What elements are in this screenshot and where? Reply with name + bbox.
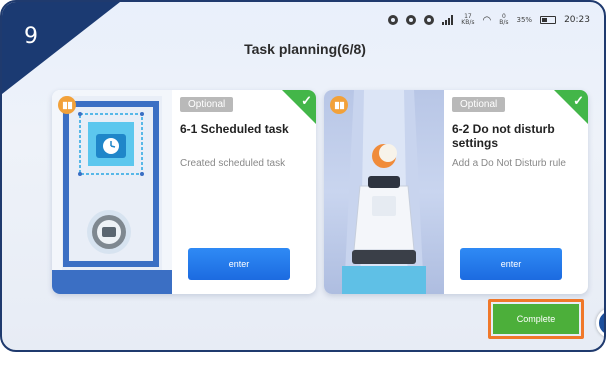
status-ring-icon — [424, 15, 435, 25]
book-icon — [330, 96, 348, 114]
status-bar: 17 KB/s ◠ 0 B/s 35% 20:23 — [388, 12, 590, 28]
status-time: 20:23 — [564, 15, 590, 25]
device-screen: 9 17 KB/s ◠ 0 B/s 35% 20:23 Task plannin… — [0, 0, 606, 352]
floating-assistant-button[interactable] — [596, 308, 604, 338]
complete-highlight: Complete — [488, 299, 584, 339]
dnd-illustration-graphic — [342, 90, 426, 294]
card-title: 6-2 Do not disturb settings — [452, 122, 555, 150]
optional-badge: Optional — [452, 97, 506, 112]
card-title: 6-1 Scheduled task — [180, 122, 289, 136]
wifi-icon: ◠ — [482, 14, 492, 26]
enter-button-do-not-disturb[interactable]: enter — [460, 248, 562, 280]
enter-button-scheduled[interactable]: enter — [188, 248, 290, 280]
network-speed: 17 KB/s — [461, 13, 475, 26]
task-card-scheduled: ✓ Optional 6-1 Scheduled task Created sc… — [52, 90, 316, 294]
card-description: Created scheduled task — [180, 158, 286, 169]
battery-percent: 35% — [516, 16, 533, 24]
task-card-do-not-disturb: ✓ Optional 6-2 Do not disturb settings A… — [324, 90, 588, 294]
check-icon: ✓ — [573, 93, 584, 108]
card-description: Add a Do Not Disturb rule — [452, 158, 566, 169]
status-bug-icon — [406, 15, 417, 25]
do-not-disturb-illustration — [324, 90, 444, 294]
wifi-speed: 0 B/s — [499, 13, 509, 26]
page-title: Task planning(6/8) — [244, 41, 366, 57]
battery-icon — [540, 16, 557, 24]
check-icon: ✓ — [301, 93, 312, 108]
optional-badge: Optional — [180, 97, 234, 112]
scheduled-task-illustration — [52, 90, 172, 294]
scheduled-illustration-graphic — [52, 96, 172, 294]
book-icon — [58, 96, 76, 114]
complete-button[interactable]: Complete — [493, 304, 579, 334]
status-circle-icon — [388, 15, 399, 25]
signal-icon — [442, 15, 454, 25]
